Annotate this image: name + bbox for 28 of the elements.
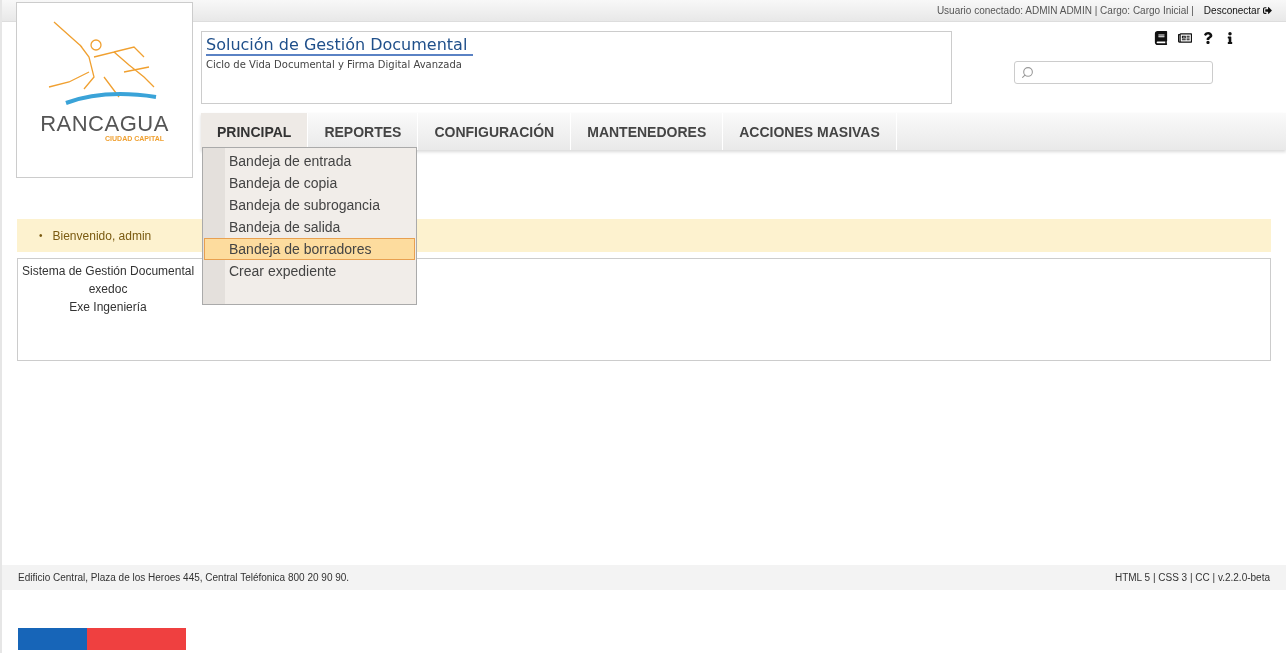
nav-menu-item[interactable]: MANTENEDORES [571, 113, 724, 150]
book-icon[interactable] [1154, 31, 1168, 45]
dropdown-item[interactable]: Bandeja de entrada [204, 150, 415, 172]
footer-address: Edificio Central, Plaza de los Heroes 445, Central Teléfonica 800 20 90 90. [18, 572, 350, 583]
logout-link[interactable]: Desconectar [1203, 5, 1272, 16]
app-subtitle: Ciclo de Vida Documental y Firma Digital Avanzada [206, 59, 463, 70]
nav-menu-item[interactable]: ACCIONES MASIVAS [723, 113, 897, 150]
footer-versions: HTML 5 | CSS 3 | CC | v.2.2.0-beta [1114, 572, 1270, 583]
nav-menu-item[interactable]: CONFIGURACIÓN [418, 113, 572, 150]
logo-name: RANCAGUA [40, 113, 169, 135]
nav-menu-item[interactable]: REPORTES [308, 113, 419, 150]
logout-icon [1263, 6, 1272, 15]
welcome-message: Bienvenido, admin [52, 227, 152, 244]
user-info: Usuario conectado: ADMIN ADMIN | Cargo: Cargo Inicial | [936, 5, 1194, 16]
help-icon[interactable] [1202, 32, 1214, 44]
info-text: Sistema de Gestión Documental [22, 264, 195, 278]
dropdown-item[interactable]: Bandeja de subrogancia [204, 194, 415, 216]
info-text: exedoc [88, 282, 128, 296]
dropdown-item[interactable]: Bandeja de copia [204, 172, 415, 194]
search-field[interactable] [1014, 61, 1213, 84]
dropdown-item[interactable]: Crear expediente [204, 260, 415, 282]
dropdown-item[interactable]: Bandeja de borradores [204, 238, 415, 260]
info-text: Exe Ingeniería [69, 300, 147, 314]
newspaper-icon[interactable] [1178, 31, 1192, 45]
dropdown-item[interactable]: Bandeja de salida [204, 216, 415, 238]
search-icon [1021, 66, 1034, 79]
bullet-marker: • [39, 228, 43, 243]
app-title: Solución de Gestión Documental [206, 35, 474, 56]
